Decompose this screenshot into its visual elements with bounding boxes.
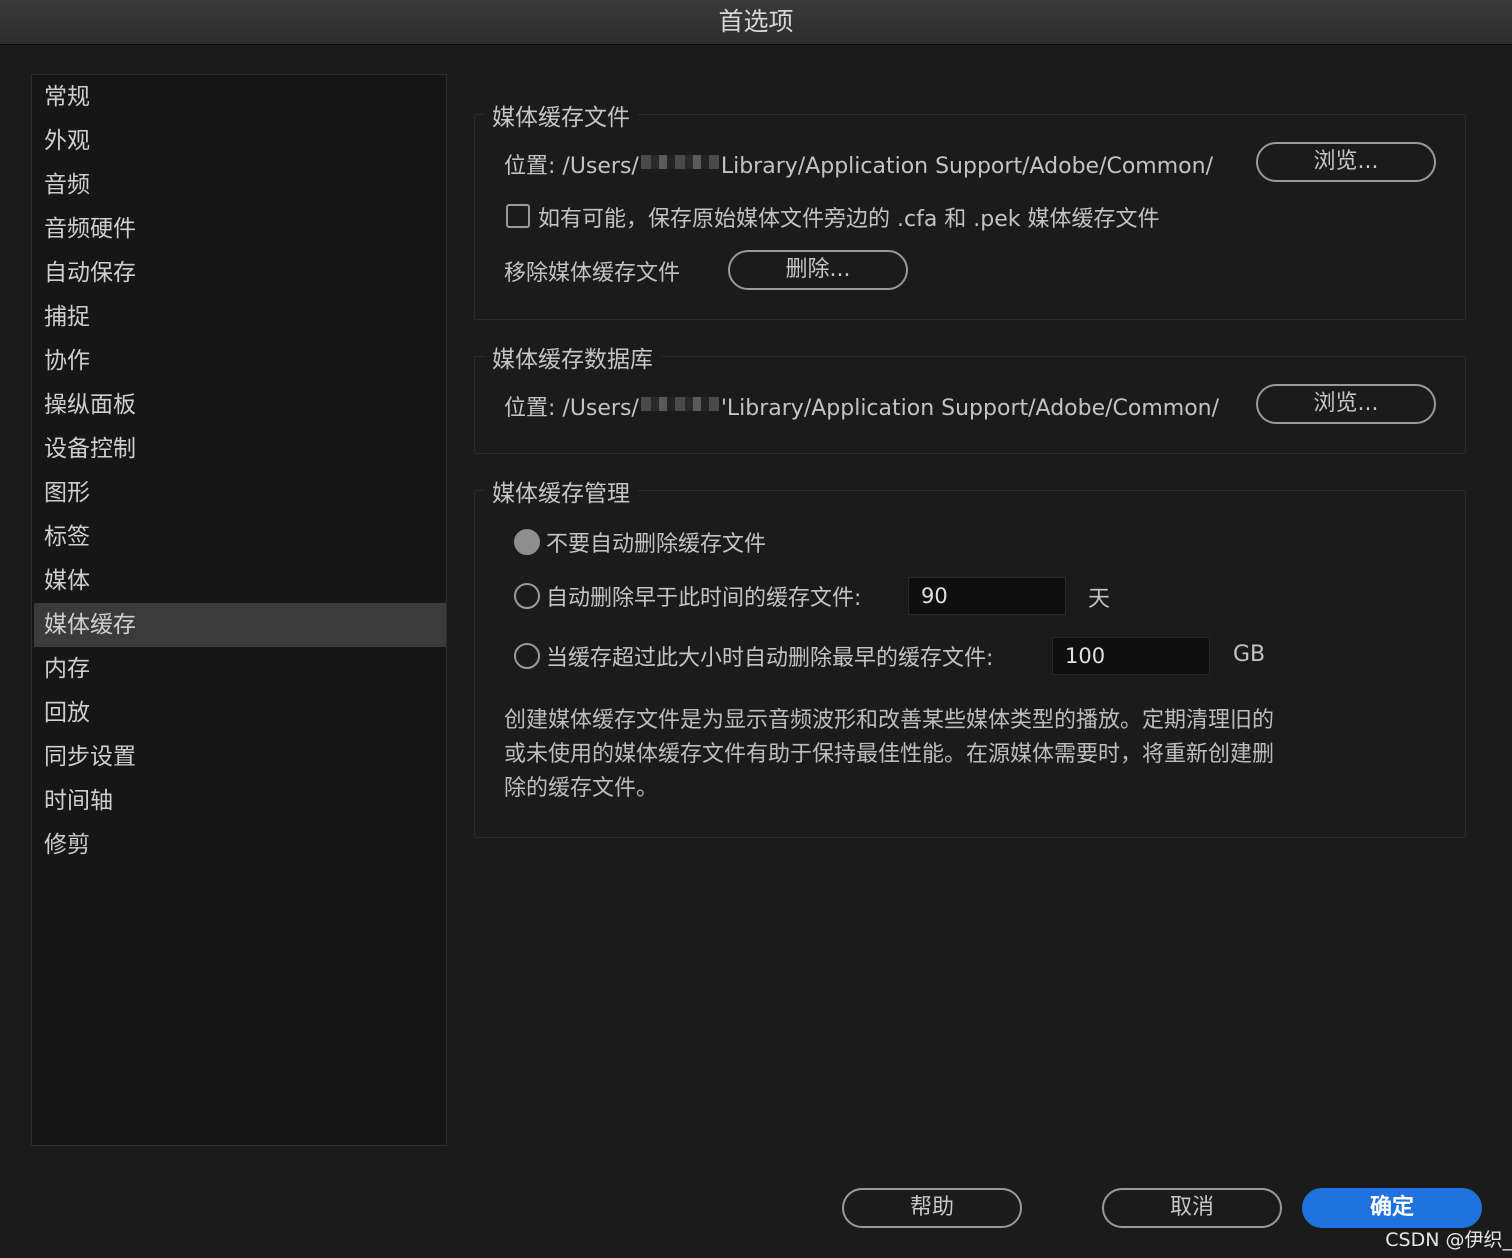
radio-never-delete[interactable] (514, 529, 540, 555)
cache-db-browse-button[interactable]: 浏览... (1256, 384, 1436, 424)
sidebar-item-timeline[interactable]: 时间轴 (34, 779, 446, 823)
sidebar-item-media[interactable]: 媒体 (34, 559, 446, 603)
sidebar-item-audio-hardware[interactable]: 音频硬件 (34, 207, 446, 251)
size-limit-unit: GB (1233, 642, 1266, 667)
sidebar-item-memory[interactable]: 内存 (34, 647, 446, 691)
sidebar-item-appearance[interactable]: 外观 (34, 119, 446, 163)
sidebar-item-trim[interactable]: 修剪 (34, 823, 446, 867)
sidebar-item-auto-save[interactable]: 自动保存 (34, 251, 446, 295)
remove-cache-label: 移除媒体缓存文件 (504, 261, 681, 286)
cache-files-location: 位置: /Users/Library/Application Support/A… (504, 148, 1213, 180)
sidebar-item-graphics[interactable]: 图形 (34, 471, 446, 515)
sidebar-item-general[interactable]: 常规 (34, 75, 446, 119)
sidebar-item-capture[interactable]: 捕捉 (34, 295, 446, 339)
older-days-input[interactable]: 90 (908, 577, 1066, 615)
cache-files-location-prefix: 位置: /Users/ (504, 154, 639, 179)
media-cache-files-title: 媒体缓存文件 (484, 98, 638, 132)
media-cache-mgmt-title: 媒体缓存管理 (484, 474, 638, 508)
save-beside-checkbox[interactable] (506, 204, 530, 228)
ok-button[interactable]: 确定 (1302, 1188, 1482, 1228)
sidebar-item-media-cache[interactable]: 媒体缓存 (34, 603, 446, 647)
sidebar-item-collaboration[interactable]: 协作 (34, 339, 446, 383)
sidebar: 常规 外观 音频 音频硬件 自动保存 捕捉 协作 操纵面板 设备控制 图形 标签… (31, 74, 447, 1146)
cache-description-line: 除的缓存文件。 (504, 776, 659, 801)
sidebar-item-device-control[interactable]: 设备控制 (34, 427, 446, 471)
help-button[interactable]: 帮助 (842, 1188, 1022, 1228)
sidebar-item-labels[interactable]: 标签 (34, 515, 446, 559)
cancel-button[interactable]: 取消 (1102, 1188, 1282, 1228)
cache-db-location-suffix: 'Library/Application Support/Adobe/Commo… (720, 396, 1220, 421)
cache-files-browse-button[interactable]: 浏览... (1256, 142, 1436, 182)
older-days-unit: 天 (1088, 587, 1111, 612)
cache-description-line: 或未使用的媒体缓存文件有助于保持最佳性能。在源媒体需要时，将重新创建删 (504, 742, 1275, 767)
cache-description-line: 创建媒体缓存文件是为显示音频波形和改善某些媒体类型的播放。定期清理旧的 (504, 708, 1275, 733)
cache-db-location-prefix: 位置: /Users/ (504, 396, 639, 421)
save-beside-label: 如有可能，保存原始媒体文件旁边的 .cfa 和 .pek 媒体缓存文件 (538, 207, 1160, 232)
cache-db-location: 位置: /Users/ 'Library/Application Support/… (504, 390, 1219, 422)
sidebar-item-control-surface[interactable]: 操纵面板 (34, 383, 446, 427)
preferences-window: 首选项 常规 外观 音频 音频硬件 自动保存 捕捉 协作 操纵面板 设备控制 图… (0, 0, 1512, 1258)
sidebar-item-sync-settings[interactable]: 同步设置 (34, 735, 446, 779)
radio-delete-older-label: 自动删除早于此时间的缓存文件: (546, 586, 862, 611)
radio-delete-size-label: 当缓存超过此大小时自动删除最早的缓存文件: (546, 646, 994, 671)
media-cache-db-title: 媒体缓存数据库 (484, 340, 661, 374)
redacted-username (640, 397, 719, 411)
redacted-username (640, 155, 719, 169)
sidebar-item-playback[interactable]: 回放 (34, 691, 446, 735)
watermark: CSDN @伊织_ (1385, 1229, 1512, 1251)
cache-description: 创建媒体缓存文件是为显示音频波形和改善某些媒体类型的播放。定期清理旧的 或未使用… (504, 704, 1404, 806)
window-title: 首选项 (0, 0, 1512, 45)
radio-never-delete-label: 不要自动删除缓存文件 (546, 532, 767, 557)
cache-files-location-suffix: Library/Application Support/Adobe/Common… (720, 154, 1213, 179)
delete-cache-button[interactable]: 删除... (728, 250, 908, 290)
sidebar-item-audio[interactable]: 音频 (34, 163, 446, 207)
size-limit-input[interactable]: 100 (1052, 637, 1210, 675)
radio-delete-size[interactable] (514, 643, 540, 669)
radio-delete-older[interactable] (514, 583, 540, 609)
